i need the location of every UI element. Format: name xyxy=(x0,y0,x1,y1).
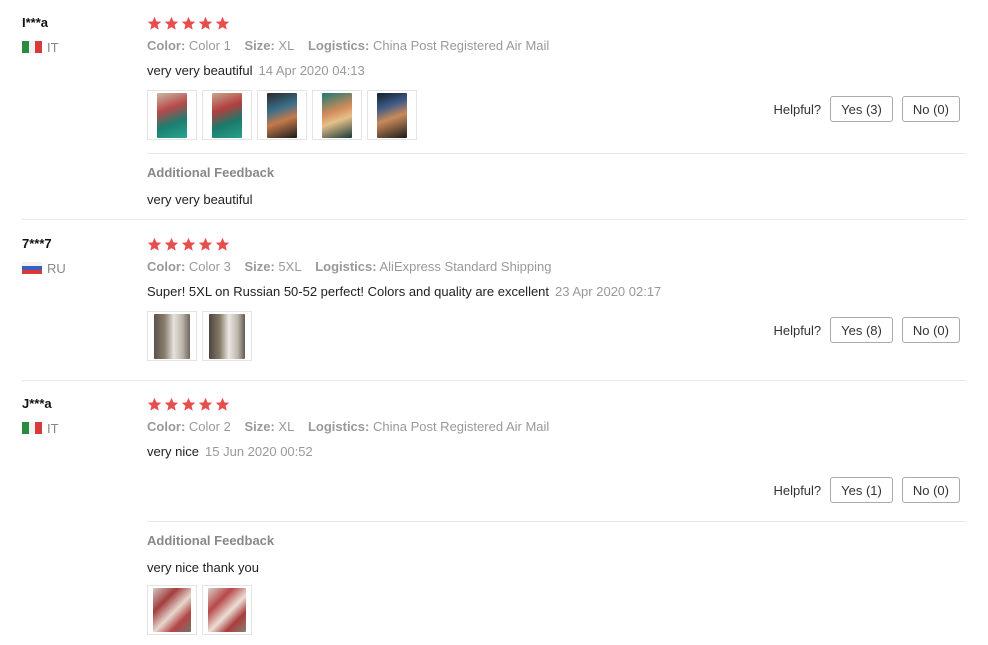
star-icon xyxy=(215,16,230,30)
logistics-label: Logistics: xyxy=(315,259,377,274)
helpful-yes-button[interactable]: Yes (8) xyxy=(830,317,893,343)
additional-feedback: Additional Feedback very very beautiful xyxy=(147,165,966,207)
reviewer-country: IT xyxy=(22,39,59,55)
reviewer-name: 7***7 xyxy=(22,236,52,251)
star-icon xyxy=(181,397,196,411)
photo-thumbnail[interactable] xyxy=(367,90,417,140)
review-content: very very beautiful 14 Apr 2020 04:13 xyxy=(147,63,966,79)
review-divider xyxy=(22,380,966,381)
reviewer-name: I***a xyxy=(22,15,49,30)
color-value: Color 3 xyxy=(188,259,231,274)
review-content: Super! 5XL on Russian 50-52 perfect! Col… xyxy=(147,284,966,300)
star-icon xyxy=(147,397,162,411)
star-icon xyxy=(147,16,162,30)
review-text: Super! 5XL on Russian 50-52 perfect! Col… xyxy=(147,284,550,299)
helpful-yes-button[interactable]: Yes (1) xyxy=(830,477,893,503)
size-label: Size: xyxy=(244,419,275,434)
photo-thumbnail[interactable] xyxy=(202,311,252,361)
russia-flag-icon xyxy=(22,262,42,274)
helpful-controls: Helpful? Yes (8) No (0) xyxy=(773,317,960,343)
logistics-value: China Post Registered Air Mail xyxy=(372,419,550,434)
helpful-controls: Helpful? Yes (1) No (0) xyxy=(773,477,960,503)
review-text: very nice xyxy=(147,444,200,459)
reviewer-country: RU xyxy=(22,260,66,276)
star-icon xyxy=(198,16,213,30)
star-rating xyxy=(147,396,966,412)
italy-flag-icon xyxy=(22,422,42,434)
helpful-label: Helpful? xyxy=(773,101,822,117)
star-icon xyxy=(215,397,230,411)
helpful-label: Helpful? xyxy=(773,482,822,498)
color-label: Color: xyxy=(147,419,186,434)
photo-thumbnail[interactable] xyxy=(147,585,197,635)
additional-feedback-text: very nice thank you xyxy=(147,560,260,575)
additional-feedback-text: very very beautiful xyxy=(147,192,253,207)
review-content: very nice 15 Jun 2020 00:52 xyxy=(147,444,966,460)
reviewer-info: I***a IT xyxy=(22,15,59,55)
review-meta: Color: Color 3 Size: 5XL Logistics: AliE… xyxy=(147,259,966,275)
star-icon xyxy=(198,237,213,251)
photo-thumbnail[interactable] xyxy=(147,90,197,140)
reviewer-name: J***a xyxy=(22,396,52,411)
star-icon xyxy=(147,237,162,251)
helpful-no-button[interactable]: No (0) xyxy=(901,96,960,122)
photo-thumbnail[interactable] xyxy=(202,90,252,140)
star-icon xyxy=(164,397,179,411)
logistics-label: Logistics: xyxy=(307,38,370,53)
size-label: Size: xyxy=(244,259,275,274)
star-icon xyxy=(164,237,179,251)
italy-flag-icon xyxy=(22,41,42,53)
color-value: Color 1 xyxy=(188,38,231,53)
color-label: Color: xyxy=(147,38,186,53)
helpful-controls: Helpful? Yes (3) No (0) xyxy=(773,96,960,122)
color-value: Color 2 xyxy=(188,419,231,434)
review-photos xyxy=(147,585,966,635)
helpful-label: Helpful? xyxy=(773,322,822,338)
helpful-no-button[interactable]: No (0) xyxy=(901,477,960,503)
divider xyxy=(147,521,966,522)
star-icon xyxy=(164,16,179,30)
star-rating xyxy=(147,236,966,252)
logistics-value: China Post Registered Air Mail xyxy=(372,38,550,53)
star-icon xyxy=(198,397,213,411)
size-label: Size: xyxy=(244,38,275,53)
review-text: very very beautiful xyxy=(147,63,253,78)
size-value: XL xyxy=(278,419,295,434)
logistics-value: AliExpress Standard Shipping xyxy=(379,259,552,274)
review-meta: Color: Color 1 Size: XL Logistics: China… xyxy=(147,38,966,54)
photo-thumbnail[interactable] xyxy=(202,585,252,635)
review-date: 14 Apr 2020 04:13 xyxy=(258,63,365,78)
additional-feedback: Additional Feedback very nice thank you xyxy=(147,533,966,635)
color-label: Color: xyxy=(147,259,186,274)
star-icon xyxy=(181,16,196,30)
country-code: RU xyxy=(47,260,66,276)
review-body: Color: Color 2 Size: XL Logistics: China… xyxy=(147,396,966,460)
photo-thumbnail[interactable] xyxy=(312,90,362,140)
divider xyxy=(147,153,966,154)
star-rating xyxy=(147,15,966,31)
additional-feedback-title: Additional Feedback xyxy=(147,165,275,180)
photo-thumbnail[interactable] xyxy=(147,311,197,361)
additional-feedback-title: Additional Feedback xyxy=(147,533,275,548)
country-code: IT xyxy=(47,39,59,55)
star-icon xyxy=(181,237,196,251)
reviewer-info: 7***7 RU xyxy=(22,236,66,276)
logistics-label: Logistics: xyxy=(307,419,370,434)
country-code: IT xyxy=(47,420,59,436)
size-value: XL xyxy=(278,38,295,53)
review-date: 23 Apr 2020 02:17 xyxy=(555,284,662,299)
star-icon xyxy=(215,237,230,251)
size-value: 5XL xyxy=(278,259,302,274)
photo-thumbnail[interactable] xyxy=(257,90,307,140)
helpful-yes-button[interactable]: Yes (3) xyxy=(830,96,893,122)
review-date: 15 Jun 2020 00:52 xyxy=(205,444,313,459)
review-divider xyxy=(22,219,966,220)
reviewer-country: IT xyxy=(22,420,59,436)
helpful-no-button[interactable]: No (0) xyxy=(901,317,960,343)
review-meta: Color: Color 2 Size: XL Logistics: China… xyxy=(147,419,966,435)
reviewer-info: J***a IT xyxy=(22,396,59,436)
